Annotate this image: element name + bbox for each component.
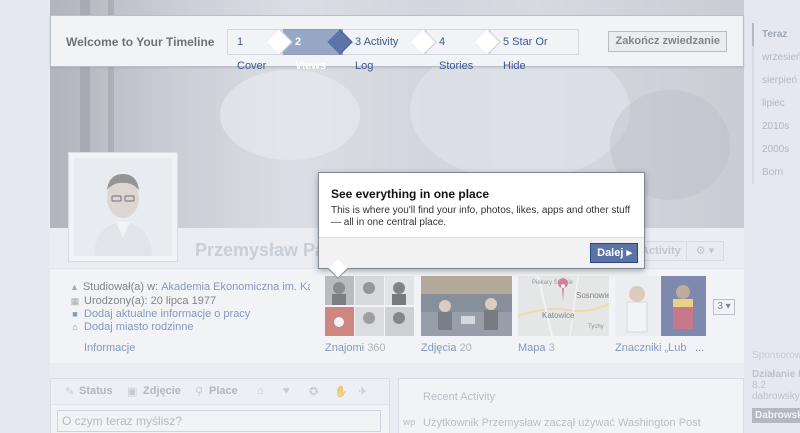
friends-tile[interactable] <box>325 276 414 336</box>
composer-tab-photo[interactable]: Zdjęcie <box>143 385 181 397</box>
likes-tile[interactable] <box>615 276 706 336</box>
likes-image <box>615 276 706 336</box>
tour-step-star-or-hide[interactable]: 5 Star Or Hide <box>491 29 579 72</box>
recent-activity-box: Recent Activity wp Użytkownik Przemysław… <box>398 378 744 433</box>
born-label: Urodzony(a): 20 lipca 1977 <box>84 295 217 307</box>
plane-icon[interactable]: ✈ <box>358 385 367 398</box>
tour-steps: 1 Cover 2 Views 3 Activity Log 4 Stories… <box>227 29 579 72</box>
nav-item-september[interactable]: wrzesień <box>752 46 800 69</box>
add-hometown-link[interactable]: Dodaj miasto rodzinne <box>84 321 193 333</box>
add-hometown-row: ⌂ Dodaj miasto rodzinne <box>70 321 310 333</box>
composer-tabs: ✎ Status ▣ Zdjęcie ⚲ Place ⌂ ♥ ✪ ✋ ✈ <box>51 379 389 405</box>
gear-menu-button[interactable]: ⚙ ▾ <box>686 241 724 261</box>
person-silhouette-icon <box>74 158 172 256</box>
recent-activity-title: Recent Activity <box>423 391 496 403</box>
sponsored-ad-title[interactable]: Działanie B <box>752 369 800 380</box>
tour-step-activity-log[interactable]: 3 Activity Log <box>343 29 437 72</box>
likes-more-dots: ... <box>695 342 705 354</box>
status-pencil-icon: ✎ <box>65 386 75 398</box>
sponsored-title: Sponsorowane <box>752 350 800 361</box>
add-work-link[interactable]: Dodaj aktualne informacje o pracy <box>84 308 250 320</box>
place-pin-icon: ⚲ <box>195 386 204 398</box>
life-event-icon[interactable]: ⌂ <box>257 385 264 397</box>
timeline-tour-bar: Welcome to Your Timeline 1 Cover 2 Views… <box>50 15 744 72</box>
tour-title: Welcome to Your Timeline <box>66 35 215 49</box>
graduation-cap-icon: ▲ <box>70 282 79 292</box>
tooltip-title: See everything in one place <box>331 187 490 201</box>
nav-item-2000s[interactable]: 2000s <box>752 138 800 161</box>
photos-label[interactable]: Zdjęcia 20 <box>421 342 472 354</box>
medal-icon[interactable]: ✪ <box>309 385 318 398</box>
profile-name[interactable]: Przemysław Pa <box>195 240 325 261</box>
sponsored-column: Sponsorowane Działanie B 8.2 dabrowsky D… <box>752 350 800 423</box>
tooltip-footer: Dalej ▸ <box>319 237 644 268</box>
nav-item-2010s[interactable]: 2010s <box>752 115 800 138</box>
thumb-icon[interactable]: ✋ <box>334 385 348 398</box>
status-input[interactable]: O czym teraz myślisz? <box>57 410 381 432</box>
friends-label[interactable]: Znajomi 360 <box>325 342 386 354</box>
photos-image <box>421 276 512 336</box>
map-place-katowice: Katowice <box>542 311 575 320</box>
born-row: ▦ Urodzony(a): 20 lipca 1977 <box>70 295 310 307</box>
end-tour-button[interactable]: Zakończ zwiedzanie <box>608 31 727 52</box>
map-label[interactable]: Mapa 3 <box>518 342 555 354</box>
map-place-sosnowiec: Sosnowiec <box>576 291 609 300</box>
tooltip-body: This is where you'll find your info, pho… <box>331 205 631 228</box>
studied-row: ▲ Studiował(a) w: Akademia Ekonomiczna i… <box>70 281 310 293</box>
heart-icon[interactable]: ♥ <box>283 385 290 397</box>
school-link[interactable]: Akademia Ekonomiczna im. Karol... <box>161 281 310 293</box>
add-work-row: ■ Dodaj aktualne informacje o pracy <box>70 308 310 320</box>
calendar-icon: ▦ <box>70 296 80 306</box>
tour-tooltip: See everything in one place This is wher… <box>318 172 645 279</box>
profile-picture[interactable] <box>68 152 178 262</box>
washington-post-icon: wp <box>403 417 416 427</box>
nav-item-july[interactable]: lipiec <box>752 92 800 115</box>
sponsored-ad-banner[interactable]: Dabrowski <box>752 408 800 423</box>
photos-tile[interactable] <box>421 276 512 336</box>
sponsored-ad-domain: dabrowsky <box>752 391 800 402</box>
status-composer: ✎ Status ▣ Zdjęcie ⚲ Place ⌂ ♥ ✪ ✋ ✈ O c… <box>50 378 390 433</box>
nav-item-now[interactable]: Teraz <box>752 23 800 46</box>
home-icon: ⌂ <box>72 322 78 332</box>
briefcase-icon: ■ <box>72 309 78 319</box>
timeline-date-nav: Teraz wrzesień sierpień lipiec 2010s 200… <box>752 23 800 184</box>
composer-tab-place[interactable]: Place <box>209 385 238 397</box>
info-link[interactable]: Informacje <box>84 342 135 354</box>
likes-label[interactable]: Znaczniki „Lub <box>615 342 687 354</box>
recent-activity-item[interactable]: Użytkownik Przemysław zaczął używać Wash… <box>423 417 701 429</box>
nav-item-august[interactable]: sierpień <box>752 69 800 92</box>
tour-step-cover[interactable]: 1 Cover <box>227 29 293 72</box>
map-tile[interactable]: Piekary Śląskie Sosnowiec Katowice Tychy <box>518 276 609 336</box>
studied-label: Studiował(a) w: <box>82 281 159 293</box>
friends-grid-image <box>325 276 414 336</box>
map-image: Piekary Śląskie Sosnowiec Katowice Tychy <box>518 276 609 336</box>
nav-item-born[interactable]: Born <box>752 161 800 184</box>
photo-icon: ▣ <box>127 386 138 398</box>
composer-tab-status[interactable]: Status <box>79 385 113 397</box>
sponsored-ad-line: 8.2 <box>752 380 766 391</box>
map-place-tychy: Tychy <box>588 324 604 330</box>
next-button[interactable]: Dalej ▸ <box>590 243 638 263</box>
more-sections-button[interactable]: 3 ▾ <box>713 299 735 315</box>
